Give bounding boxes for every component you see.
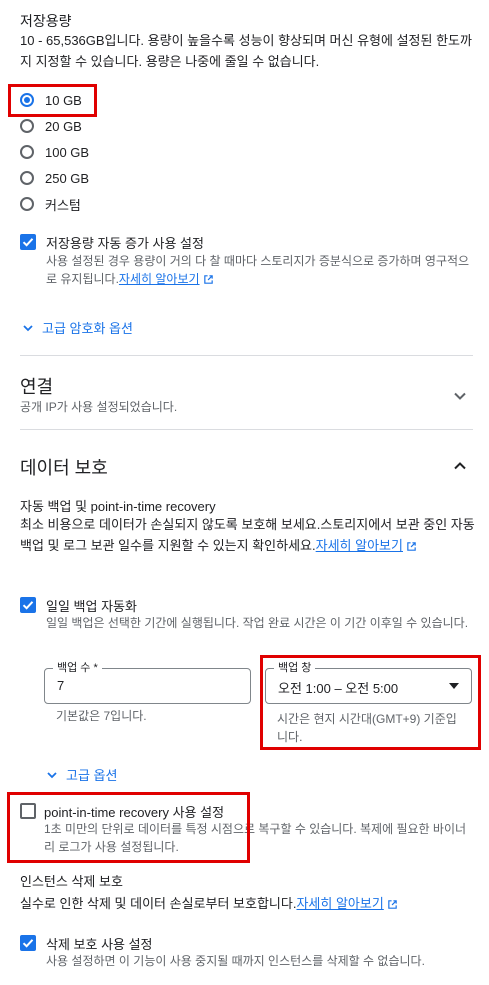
divider	[20, 355, 473, 356]
radio-20gb[interactable]: 20 GB	[20, 116, 82, 136]
external-link-icon	[203, 275, 213, 284]
check-icon	[22, 939, 34, 948]
auto-increase-description: 사용 설정된 경우 용량이 거의 다 찰 때마다 스토리지가 증분식으로 증가하…	[46, 252, 476, 288]
radio-custom[interactable]: 커스텀	[20, 194, 81, 214]
connection-subtitle: 공개 IP가 사용 설정되었습니다.	[20, 400, 178, 414]
divider	[20, 429, 473, 430]
advanced-options-label: 고급 옵션	[66, 768, 118, 783]
radio-unchecked-icon[interactable]	[20, 197, 34, 211]
auto-increase-checkbox[interactable]	[20, 234, 36, 250]
backup-count-field[interactable]: 백업 수 * 7	[44, 661, 251, 704]
radio-unchecked-icon[interactable]	[20, 145, 34, 159]
radio-unchecked-icon[interactable]	[20, 119, 34, 133]
expand-less-icon[interactable]	[452, 458, 468, 474]
backup-count-helper: 기본값은 7입니다.	[56, 709, 147, 723]
radio-label: 20 GB	[45, 118, 82, 134]
check-icon	[22, 601, 34, 610]
deletion-protection-text: 실수로 인한 삭제 및 데이터 손실로부터 보호합니다.	[20, 896, 297, 911]
deletion-protection-checkbox[interactable]	[20, 935, 36, 951]
expand-more-icon[interactable]	[452, 388, 468, 404]
learn-more-link[interactable]: 자세히 알아보기	[296, 896, 383, 911]
backup-heading: 자동 백업 및 point-in-time recovery	[20, 499, 216, 514]
radio-label: 250 GB	[45, 170, 90, 186]
auto-increase-text: 사용 설정된 경우 용량이 거의 다 찰 때마다 스토리지가 증분식으로 증가하…	[46, 254, 470, 286]
daily-backup-label[interactable]: 일일 백업 자동화	[46, 596, 137, 615]
deletion-protection-heading: 인스턴스 삭제 보호	[20, 874, 123, 889]
deletion-protection-label[interactable]: 삭제 보호 사용 설정	[46, 934, 153, 953]
advanced-encryption-label: 고급 암호화 옵션	[42, 321, 133, 336]
highlight-box	[8, 84, 97, 117]
learn-more-link[interactable]: 자세히 알아보기	[316, 538, 403, 553]
external-link-icon	[407, 542, 416, 551]
radio-label: 커스텀	[45, 197, 81, 213]
radio-100gb[interactable]: 100 GB	[20, 142, 89, 162]
radio-unchecked-icon[interactable]	[20, 171, 34, 185]
storage-title: 저장용량	[20, 13, 72, 29]
advanced-encryption-toggle[interactable]: 고급 암호화 옵션	[22, 318, 133, 337]
chevron-down-icon	[23, 324, 33, 331]
backup-description: 최소 비용으로 데이터가 손실되지 않도록 보호해 보세요.스토리지에서 보관 …	[20, 514, 475, 556]
radio-label: 100 GB	[45, 144, 90, 160]
backup-count-label: 백업 수 *	[53, 661, 102, 675]
chevron-down-icon	[47, 771, 57, 778]
daily-backup-description: 일일 백업은 선택한 기간에 실행됩니다. 작업 완료 시간은 이 기간 이후일…	[46, 616, 469, 630]
connection-title[interactable]: 연결	[20, 373, 53, 399]
learn-more-link[interactable]: 자세히 알아보기	[119, 272, 200, 286]
data-protection-title[interactable]: 데이터 보호	[20, 454, 108, 480]
advanced-options-toggle[interactable]: 고급 옵션	[46, 765, 117, 784]
highlight-box	[7, 792, 250, 863]
daily-backup-checkbox[interactable]	[20, 597, 36, 613]
check-icon	[22, 238, 34, 247]
deletion-protection-description: 실수로 인한 삭제 및 데이터 손실로부터 보호합니다.자세히 알아보기	[20, 893, 475, 914]
deletion-protection-sub: 사용 설정하면 이 기능이 사용 중지될 때까지 인스턴스를 삭제할 수 없습니…	[46, 954, 425, 968]
backup-count-value[interactable]: 7	[57, 678, 64, 693]
external-link-icon	[388, 900, 397, 909]
storage-description: 10 - 65,536GB입니다. 용량이 높을수록 성능이 향상되며 머신 유…	[20, 33, 472, 69]
highlight-box	[260, 655, 481, 750]
auto-increase-label[interactable]: 저장용량 자동 증가 사용 설정	[46, 233, 204, 252]
radio-250gb[interactable]: 250 GB	[20, 168, 89, 188]
